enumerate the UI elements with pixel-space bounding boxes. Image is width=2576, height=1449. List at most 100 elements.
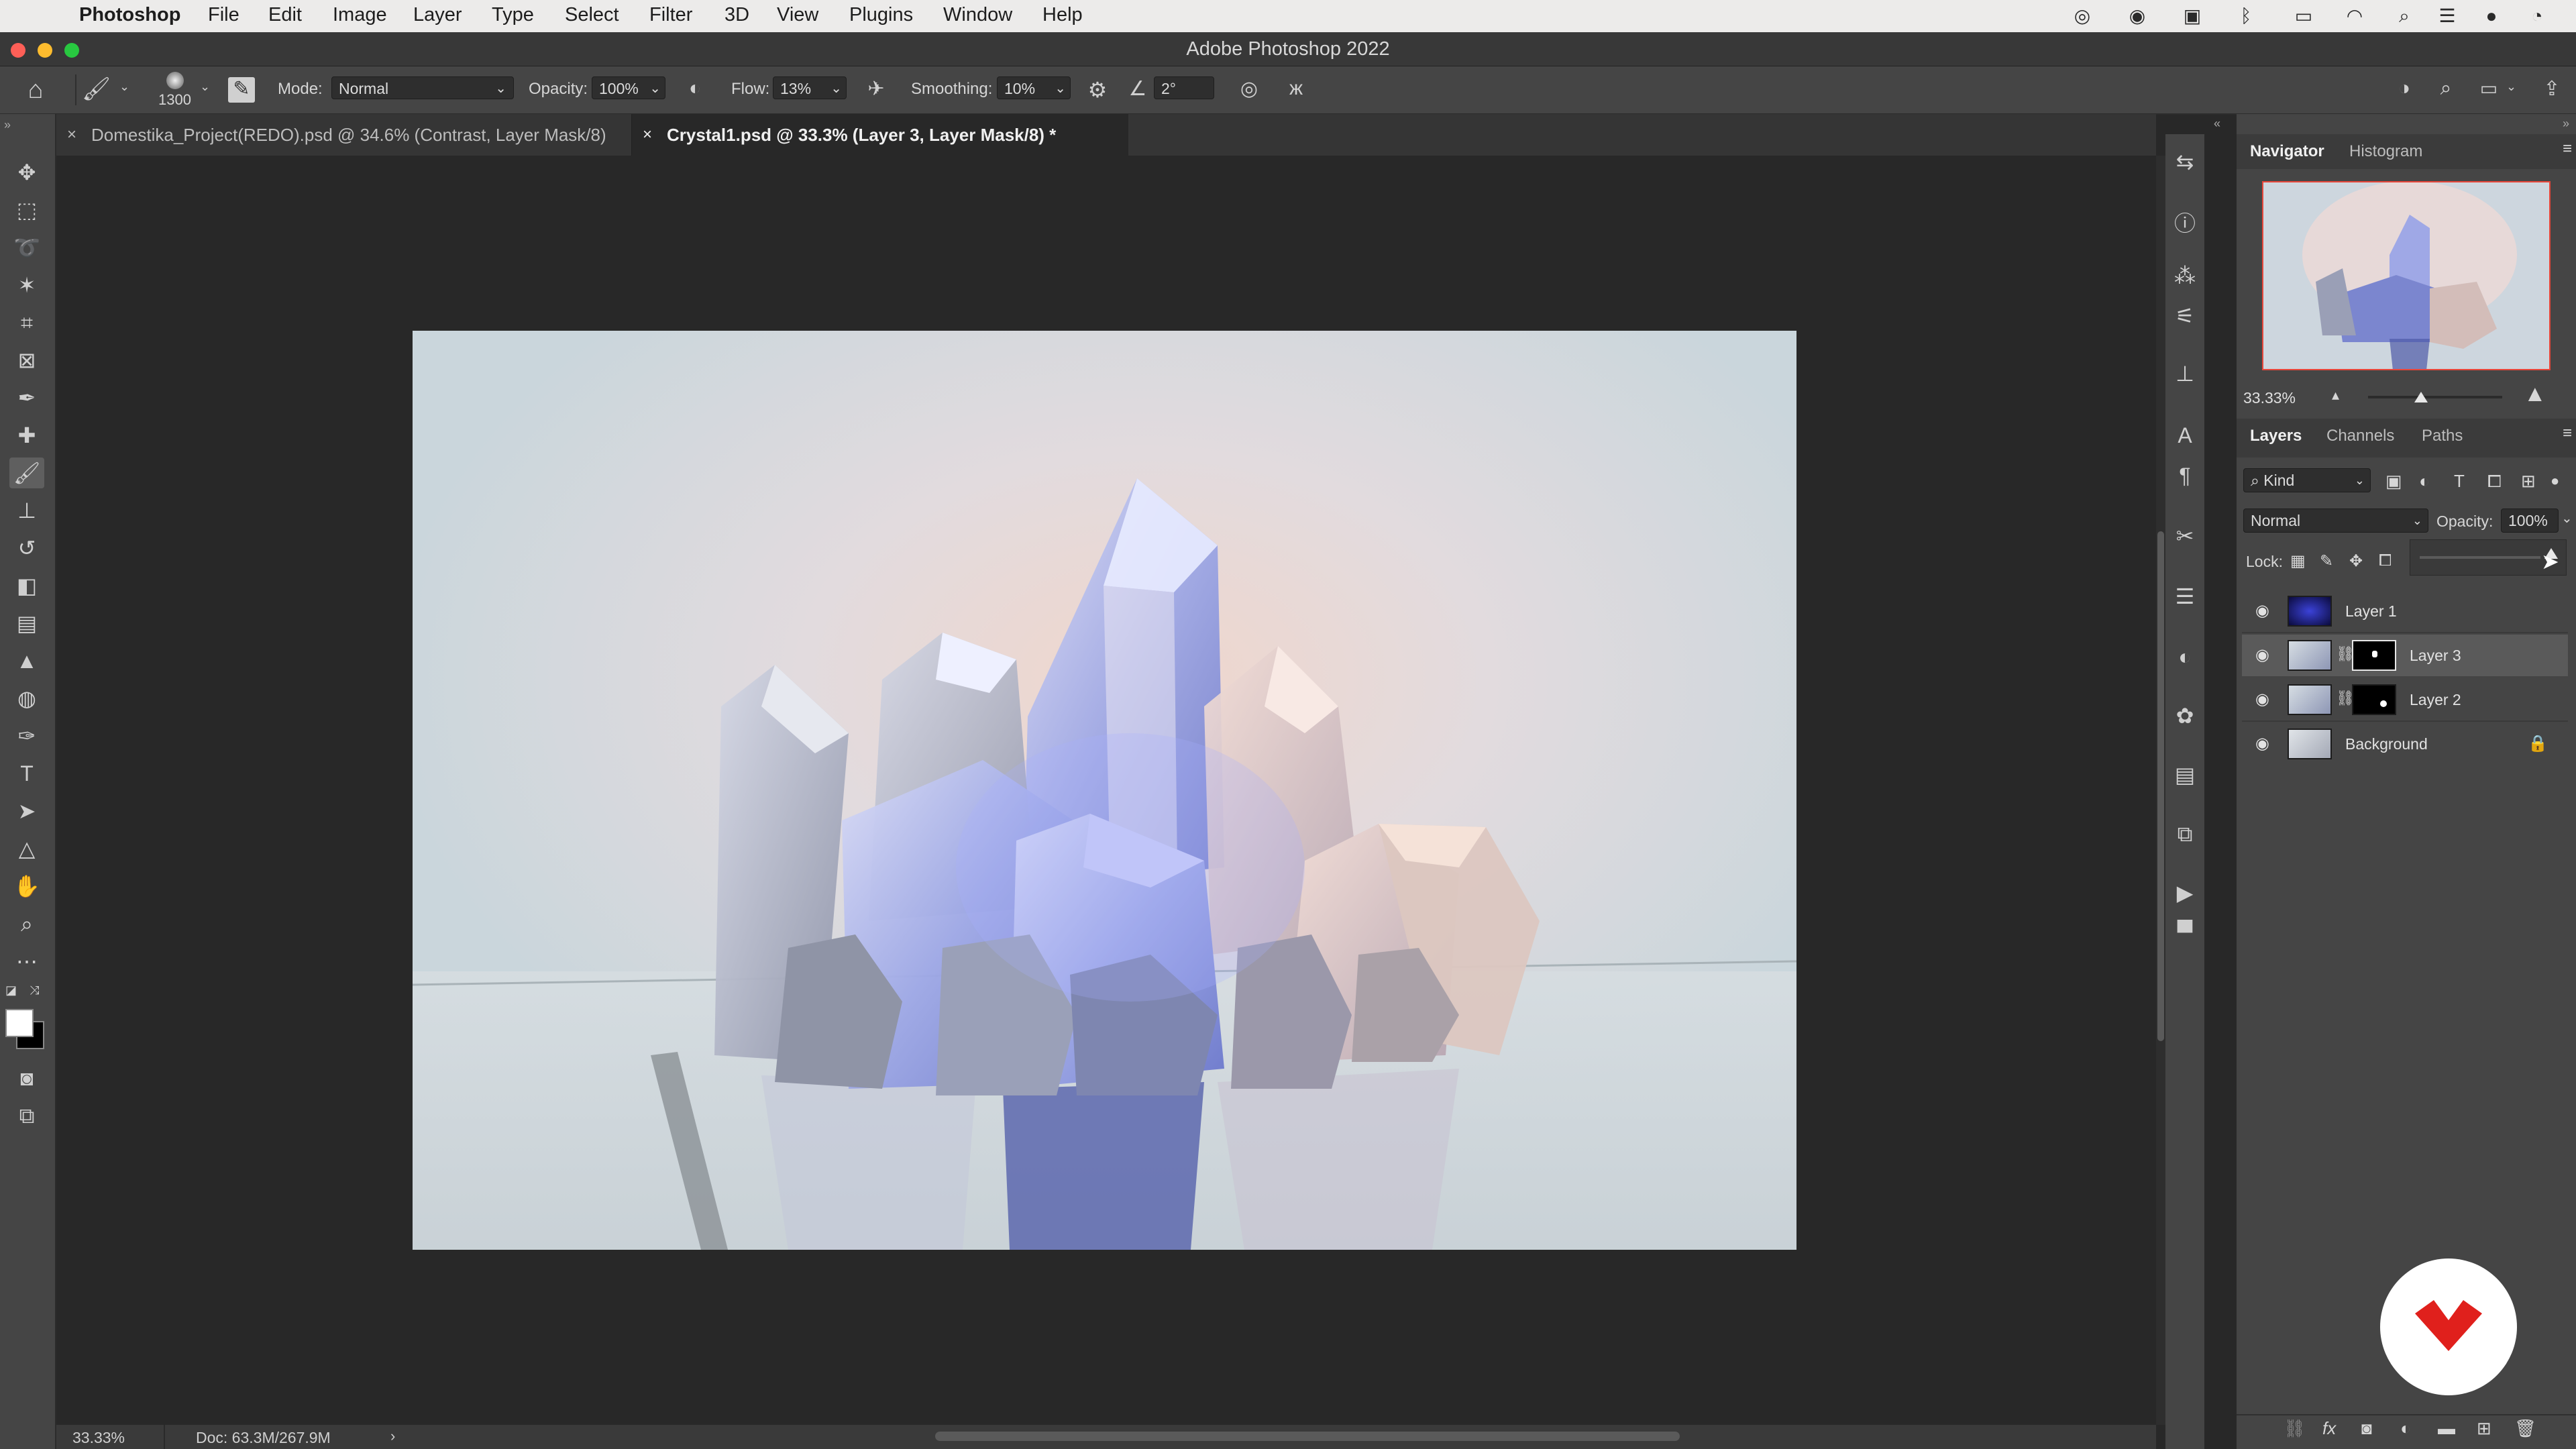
menu-type[interactable]: Type (492, 4, 534, 26)
magic-wand-tool-icon[interactable]: ✶ (9, 270, 44, 301)
menu-plugins[interactable]: Plugins (849, 4, 913, 26)
lock-transparent-pixels-icon[interactable]: ▦ (2290, 551, 2306, 571)
filter-type-icon[interactable]: T (2454, 471, 2465, 492)
menu-view[interactable]: View (777, 4, 818, 26)
frame-tool-icon[interactable]: ⊠ (9, 345, 44, 376)
cc-sync-icon[interactable]: ◉ (2125, 4, 2149, 28)
close-tab-icon[interactable]: × (67, 114, 76, 156)
visibility-eye-icon[interactable]: ◉ (2255, 602, 2274, 620)
filter-kind-select[interactable]: ⌕ Kind ⌄ (2243, 468, 2371, 492)
tab-paths[interactable]: Paths (2422, 427, 2463, 445)
clone-stamp-tool-icon[interactable]: ⊥ (9, 495, 44, 526)
layer-mask-thumbnail[interactable] (2352, 640, 2396, 671)
adjustments-icon[interactable]: ☰ (2171, 582, 2199, 610)
layer-opacity-field[interactable]: 100% (2501, 508, 2559, 533)
symmetry-butterfly-icon[interactable]: ж (1283, 77, 1309, 104)
close-tab-icon[interactable]: × (643, 114, 652, 156)
color-palette-icon[interactable]: ✿ (2171, 702, 2199, 730)
airbrush-icon[interactable]: ✈ (863, 77, 890, 104)
gradients-icon[interactable]: ▤ (2171, 761, 2199, 789)
vertical-scrollbar[interactable] (2156, 156, 2165, 1425)
history-icon[interactable]: ⇆ (2171, 148, 2199, 176)
lock-icon[interactable]: 🔒 (2528, 734, 2548, 753)
navigator-zoom[interactable]: 33.33% (2243, 389, 2296, 407)
new-layer-icon[interactable]: ⊞ (2477, 1418, 2491, 1439)
delete-layer-trash-icon[interactable]: 🗑 (2514, 1418, 2536, 1439)
add-mask-icon[interactable]: ◙ (2361, 1418, 2372, 1439)
chevron-down-icon[interactable]: ⌄ (2506, 80, 2516, 94)
visibility-eye-icon[interactable]: ◉ (2255, 691, 2274, 708)
hand-tool-icon[interactable]: ✋ (9, 871, 44, 902)
layer-name[interactable]: Layer 3 (2410, 647, 2461, 665)
share-icon[interactable]: ⇪ (2538, 77, 2565, 104)
gear-icon[interactable]: ⚙ (1084, 77, 1111, 104)
styles-icon[interactable]: ◐ (2171, 643, 2199, 671)
brush-settings-panel-icon[interactable]: ✎ (228, 77, 255, 103)
panel-menu-icon[interactable]: ≡ (2563, 424, 2572, 443)
screen-icon[interactable]: ▣ (2180, 4, 2204, 28)
layer-row-background[interactable]: ◉ Background 🔒 (2242, 723, 2568, 765)
type-tool-icon[interactable]: T (9, 758, 44, 789)
zoom-in-mountain-icon[interactable]: ▲ (2524, 381, 2546, 407)
healing-brush-tool-icon[interactable]: ✚ (9, 420, 44, 451)
marquee-tool-icon[interactable]: ⬚ (9, 195, 44, 225)
libraries-icon[interactable]: ⧉ (2171, 820, 2199, 848)
actions-play-icon[interactable]: ▶ (2171, 879, 2199, 907)
layer-name[interactable]: Background (2345, 735, 2428, 753)
screen-mode-icon[interactable]: ⧉ (9, 1100, 44, 1131)
spotlight-search-icon[interactable]: ⌕ (2392, 4, 2416, 28)
shape-tool-icon[interactable]: △ (9, 833, 44, 864)
pressure-opacity-icon[interactable]: ◐ (682, 77, 708, 104)
smoothing-field[interactable]: 10% ⌄ (997, 76, 1071, 99)
history-brush-tool-icon[interactable]: ↺ (9, 533, 44, 564)
lock-image-pixels-icon[interactable]: ✎ (2320, 551, 2333, 571)
more-tools-icon[interactable]: ⋯ (9, 946, 44, 977)
brush-tool-preset-icon[interactable]: 🖌 (82, 76, 111, 103)
zoom-tool-icon[interactable]: ⌕ (9, 908, 44, 939)
blend-mode-select[interactable]: Normal ⌄ (2243, 508, 2428, 533)
eyedropper-tool-icon[interactable]: ✒ (9, 382, 44, 413)
document-image[interactable] (413, 331, 1796, 1250)
chevron-right-icon[interactable]: › (390, 1428, 395, 1445)
visibility-eye-icon[interactable]: ◉ (2255, 647, 2274, 664)
battery-icon[interactable]: ▭ (2286, 4, 2321, 28)
move-tool-icon[interactable]: ✥ (9, 157, 44, 188)
filter-shape-icon[interactable]: ⧠ (2487, 471, 2502, 492)
brush-settings-icon[interactable]: ⚟ (2171, 302, 2199, 330)
menu-window[interactable]: Window (943, 4, 1012, 26)
swap-colors-icon[interactable]: ⤨ (30, 983, 39, 998)
search-icon[interactable]: ⌕ (2432, 77, 2459, 104)
filter-pixel-icon[interactable]: ▣ (2385, 471, 2402, 492)
quick-mask-icon[interactable]: ◙ (9, 1063, 44, 1093)
horizontal-scrollbar-thumb[interactable] (935, 1432, 1680, 1441)
brushes-icon[interactable]: ⁂ (2171, 262, 2199, 290)
navigator-view-box[interactable] (2262, 181, 2551, 370)
menu-help[interactable]: Help (1042, 4, 1083, 26)
zoom-slider-handle[interactable] (2414, 392, 2428, 402)
menu-layer[interactable]: Layer (413, 4, 462, 26)
bluetooth-icon[interactable]: ᛒ (2234, 4, 2258, 28)
chevron-down-icon[interactable]: ⌄ (119, 80, 129, 94)
crop-tool-icon[interactable]: ⌗ (9, 307, 44, 338)
opacity-field[interactable]: 100% ⌄ (592, 76, 665, 99)
menu-3d[interactable]: 3D (724, 4, 749, 26)
lock-artboard-icon[interactable]: ⧠ (2379, 551, 2392, 570)
app-menu[interactable]: Photoshop (79, 4, 180, 26)
clone-source-icon[interactable]: ⊥ (2171, 360, 2199, 388)
foreground-color-swatch[interactable] (5, 1009, 34, 1037)
tab-layers[interactable]: Layers (2250, 427, 2302, 445)
tool-presets-icon[interactable]: ✂ (2171, 522, 2199, 550)
mode-select[interactable]: Normal ⌄ (331, 76, 514, 99)
angle-icon[interactable]: ∠ (1124, 77, 1151, 104)
tab-channels[interactable]: Channels (2326, 427, 2394, 445)
menu-edit[interactable]: Edit (268, 4, 302, 26)
filter-toggle-icon[interactable]: ● (2551, 472, 2559, 490)
comments-icon[interactable]: ▀ (2171, 918, 2199, 946)
home-icon[interactable]: ⌂ (19, 76, 52, 104)
layer-name[interactable]: Layer 2 (2410, 691, 2461, 709)
siri-icon[interactable]: ● (2479, 4, 2504, 28)
document-tab-crystal[interactable]: × Crystal1.psd @ 33.3% (Layer 3, Layer M… (632, 114, 1128, 156)
zoom-out-mountain-icon[interactable]: ▴ (2332, 386, 2339, 404)
character-icon[interactable]: A (2171, 421, 2199, 449)
document-tab-domestika[interactable]: × Domestika_Project(REDO).psd @ 34.6% (C… (56, 114, 632, 156)
